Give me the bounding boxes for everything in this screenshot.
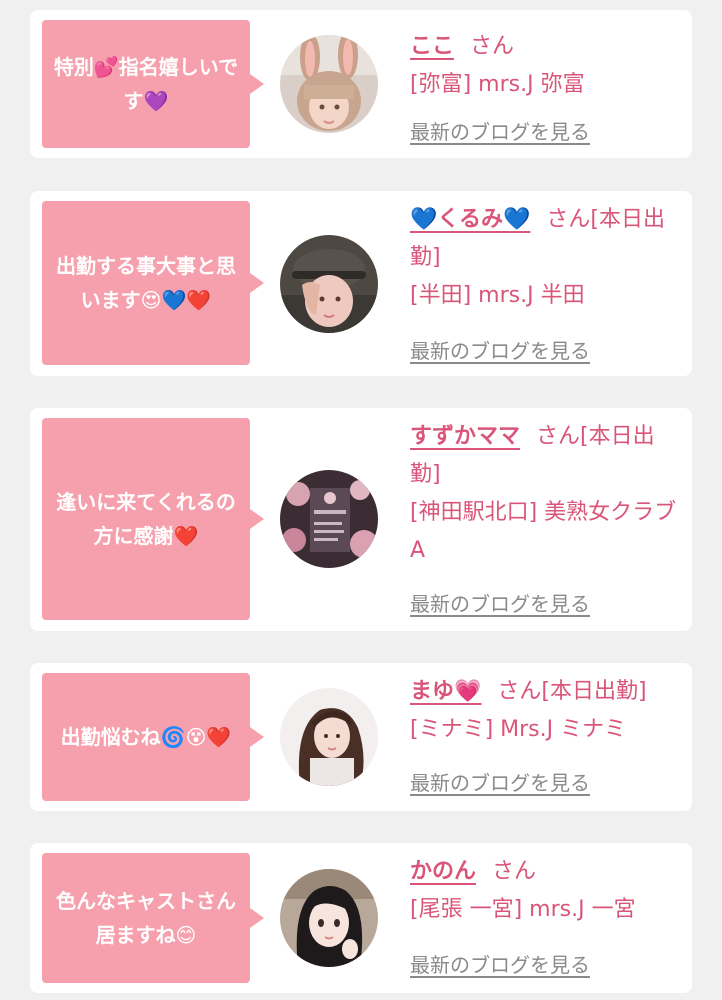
latest-blog-link[interactable]: 最新のブログを見る — [410, 335, 590, 364]
comment-bubble: 逢いに来てくれるの方に感謝❤️ — [42, 418, 264, 620]
cast-info: ここ さん [弥富] mrs.J 弥富 — [410, 28, 684, 104]
shop-name: [尾張 一宮] mrs.J 一宮 — [410, 897, 636, 922]
cast-name-link[interactable]: すずかママ — [410, 424, 520, 449]
cast-name-line: まゆ💗 さん[本日出勤] — [410, 673, 684, 711]
cast-name-line: かのん さん — [410, 853, 684, 891]
cast-avatar[interactable] — [280, 35, 378, 133]
avatar-anime-illustration — [280, 869, 378, 967]
avatar-long-hair-photo — [280, 688, 378, 786]
avatar-floral-card-photo — [280, 470, 378, 568]
comment-bubble: 色んなキャストさん居ますね😊 — [42, 853, 264, 983]
avatar-cap-photo — [280, 235, 378, 333]
comment-bubble: 特別💕指名嬉しいです💜 — [42, 20, 264, 148]
cast-card: 逢いに来てくれるの方に感謝❤️ すずかママ さん[本日出勤] [神田駅北口] 美熟… — [30, 408, 692, 631]
cast-name-link[interactable]: ここ — [410, 34, 454, 59]
cast-card: 出勤する事大事と思います😍💙❤️ 💙くるみ💙 さん[本日出勤] [半田] mrs.… — [30, 191, 692, 376]
cast-name-line: すずかママ さん[本日出勤] — [410, 418, 684, 494]
cast-card: 色んなキャストさん居ますね😊 かのん さん [尾張 一宮] mrs.J 一宮 最新… — [30, 843, 692, 993]
latest-blog-link[interactable]: 最新のブログを見る — [410, 767, 590, 796]
cast-card: 出勤悩むね🌀😵❤️ まゆ💗 さん[本日出勤] [ミナミ] Mrs.J ミナミ 最新… — [30, 663, 692, 811]
cast-avatar[interactable] — [280, 235, 378, 333]
latest-blog-link[interactable]: 最新のブログを見る — [410, 949, 590, 978]
cast-info: すずかママ さん[本日出勤] [神田駅北口] 美熟女クラブA — [410, 418, 684, 570]
cast-name-line: 💙くるみ💙 さん[本日出勤] — [410, 201, 684, 277]
latest-blog-link[interactable]: 最新のブログを見る — [410, 116, 590, 145]
shop-name: [ミナミ] Mrs.J ミナミ — [410, 717, 627, 742]
comment-bubble: 出勤する事大事と思います😍💙❤️ — [42, 201, 264, 365]
avatar-bunny-ears-photo — [280, 35, 378, 133]
cast-info: 💙くるみ💙 さん[本日出勤] [半田] mrs.J 半田 — [410, 201, 684, 315]
cast-avatar[interactable] — [280, 869, 378, 967]
cast-info: かのん さん [尾張 一宮] mrs.J 一宮 — [410, 853, 684, 929]
latest-blog-link[interactable]: 最新のブログを見る — [410, 588, 590, 617]
cast-name-link[interactable]: まゆ💗 — [410, 679, 481, 704]
cast-name-link[interactable]: 💙くるみ💙 — [410, 207, 530, 232]
cast-info: まゆ💗 さん[本日出勤] [ミナミ] Mrs.J ミナミ — [410, 673, 684, 749]
shop-name: [半田] mrs.J 半田 — [410, 283, 585, 308]
cast-honorific: さん[本日出勤] — [497, 679, 647, 704]
cast-avatar[interactable] — [280, 470, 378, 568]
cast-name-link[interactable]: かのん — [410, 859, 476, 884]
shop-name: [弥富] mrs.J 弥富 — [410, 72, 585, 97]
comment-bubble: 出勤悩むね🌀😵❤️ — [42, 673, 264, 801]
cast-honorific: さん — [492, 859, 537, 884]
cast-avatar[interactable] — [280, 688, 378, 786]
cast-name-line: ここ さん — [410, 28, 684, 66]
shop-name: [神田駅北口] 美熟女クラブA — [410, 500, 677, 563]
cast-card: 特別💕指名嬉しいです💜 ここ さん [弥富] mrs.J 弥富 最新のブログを見る — [30, 10, 692, 158]
cast-honorific: さん — [470, 34, 515, 59]
